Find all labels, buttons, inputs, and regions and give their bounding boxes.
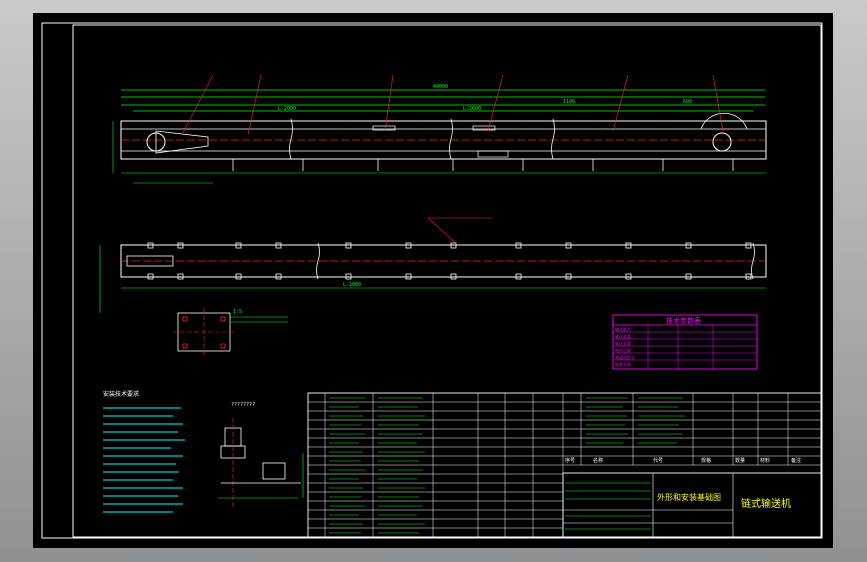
bom-h-no: 序号	[565, 457, 575, 464]
tech-row-5: 减速机型号	[615, 354, 635, 360]
tech-row-1: 输送能力	[615, 326, 631, 332]
drawing-subtitle: 外形和安装基础图	[657, 492, 721, 502]
plan-dim-span: L-2000	[343, 282, 361, 288]
bom-h-material: 材料	[760, 457, 770, 464]
dim-end: 600	[683, 99, 692, 105]
tech-row-2: 输送速度	[615, 333, 631, 339]
detail-scale: 1:5	[233, 309, 242, 315]
dim-span-b: L-2600	[463, 106, 481, 112]
drawing-title: 链式输送机	[741, 497, 791, 510]
tech-row-6: 链条节距	[615, 361, 631, 367]
tech-param-table: 技术参数表 输送能力 输送速度 输送长度 电机功率 减速机型号 链条节距	[612, 314, 758, 370]
cad-drawing: 40000 L-2000 L-2600 1100 600 L-2000 1:5 …	[41, 22, 823, 539]
plan-view: L-2000	[99, 217, 767, 313]
tech-table-title: 技术参数表	[666, 316, 701, 325]
dim-overall: 40000	[433, 84, 448, 90]
dim-section: 1100	[563, 99, 575, 105]
drawing-sheet[interactable]: 40000 L-2000 L-2600 1100 600 L-2000 1:5 …	[33, 13, 833, 548]
bom-h-name: 名称	[593, 457, 603, 464]
front-elevation: 40000 L-2000 L-2600 1100 600	[112, 74, 767, 184]
side-section: ????????	[218, 402, 304, 508]
bom-table: 序号 名称 代号 规格 数量 材料 备注	[307, 392, 822, 539]
tech-row-4: 电机功率	[615, 347, 631, 353]
cad-viewport[interactable]: 40000 L-2000 L-2600 1100 600 L-2000 1:5 …	[0, 0, 867, 562]
bom-h-spec: 规格	[701, 457, 711, 464]
bom-h-remark: 备注	[791, 457, 801, 464]
section-label: ????????	[231, 402, 255, 408]
bom-h-code: 代号	[653, 457, 663, 464]
tech-row-3: 输送长度	[615, 340, 631, 346]
notes-title: 安装技术要求	[103, 390, 139, 398]
bom-h-qty: 数量	[735, 457, 745, 464]
foundation-detail: 1:5	[173, 308, 288, 356]
title-block: 外形和安装基础图 链式输送机	[562, 472, 822, 539]
tech-notes: 安装技术要求	[103, 390, 185, 513]
dim-span-a: L-2000	[278, 106, 296, 112]
